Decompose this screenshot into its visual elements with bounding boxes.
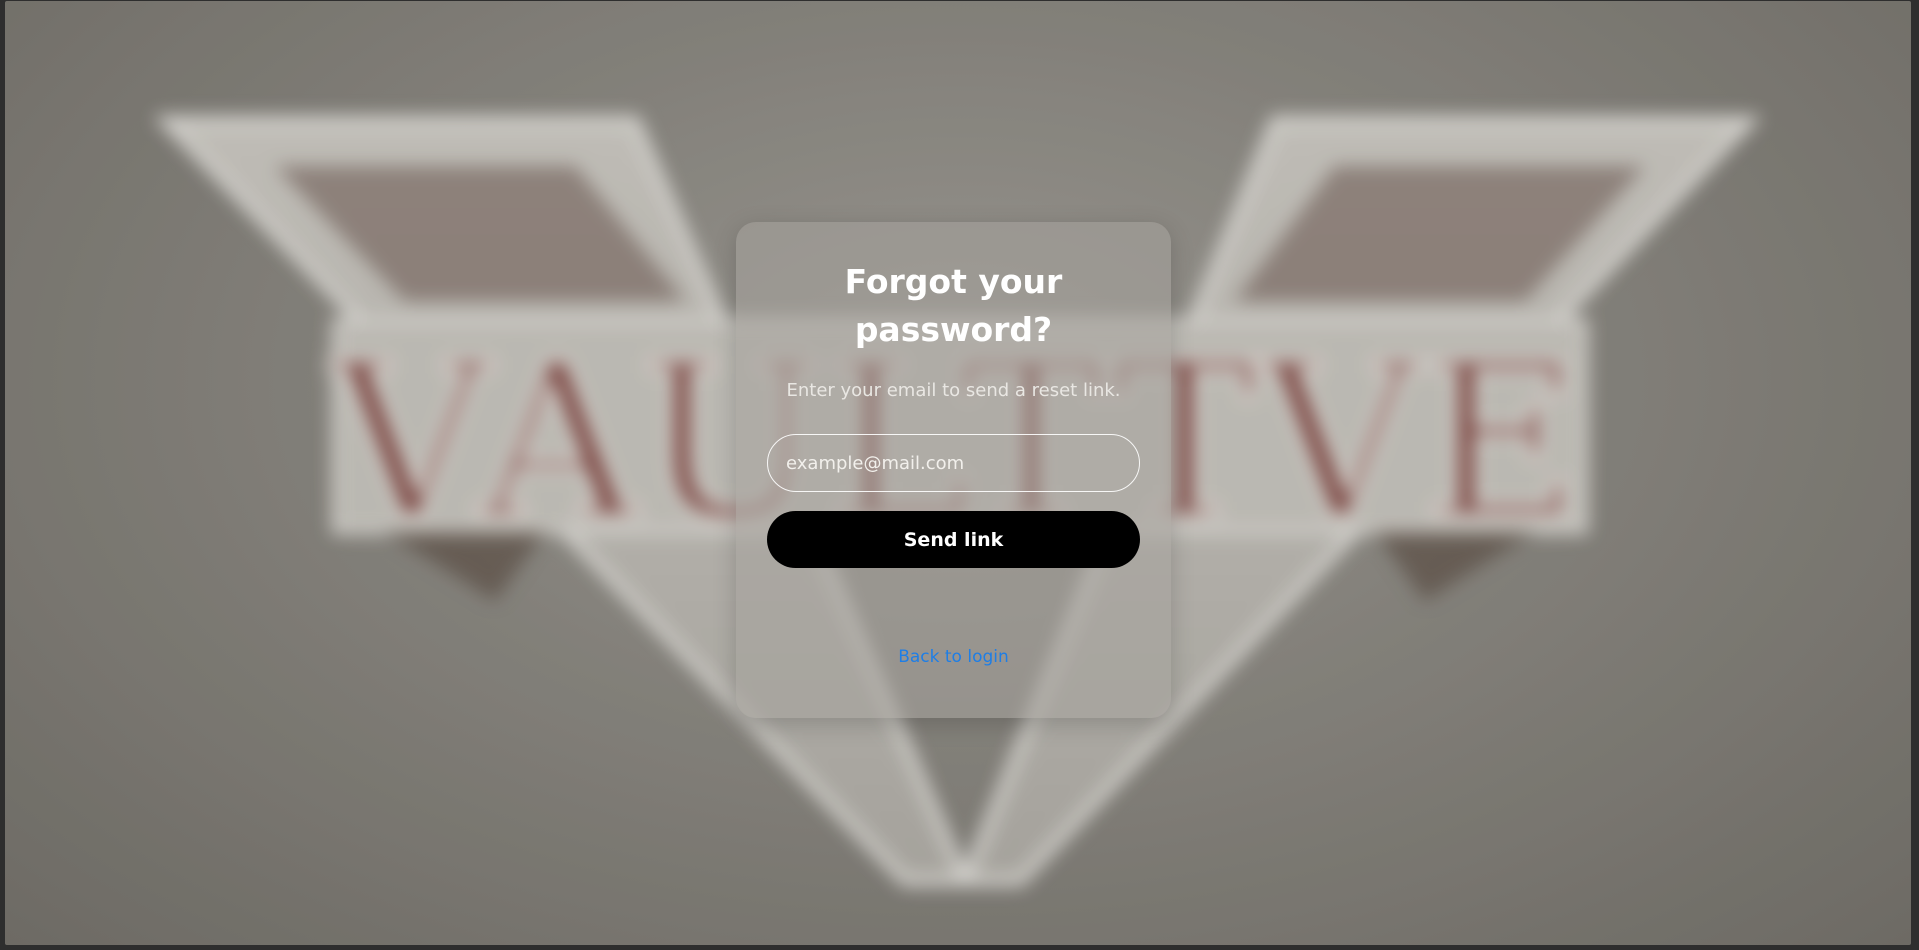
page-subtitle: Enter your email to send a reset link. xyxy=(786,380,1121,401)
back-to-login-link[interactable]: Back to login xyxy=(898,647,1009,667)
forgot-password-card: Forgot your password? Enter your email t… xyxy=(736,222,1171,718)
page-title: Forgot your password? xyxy=(844,262,1063,349)
send-link-button[interactable]: Send link xyxy=(767,511,1140,568)
email-input[interactable] xyxy=(767,434,1140,492)
